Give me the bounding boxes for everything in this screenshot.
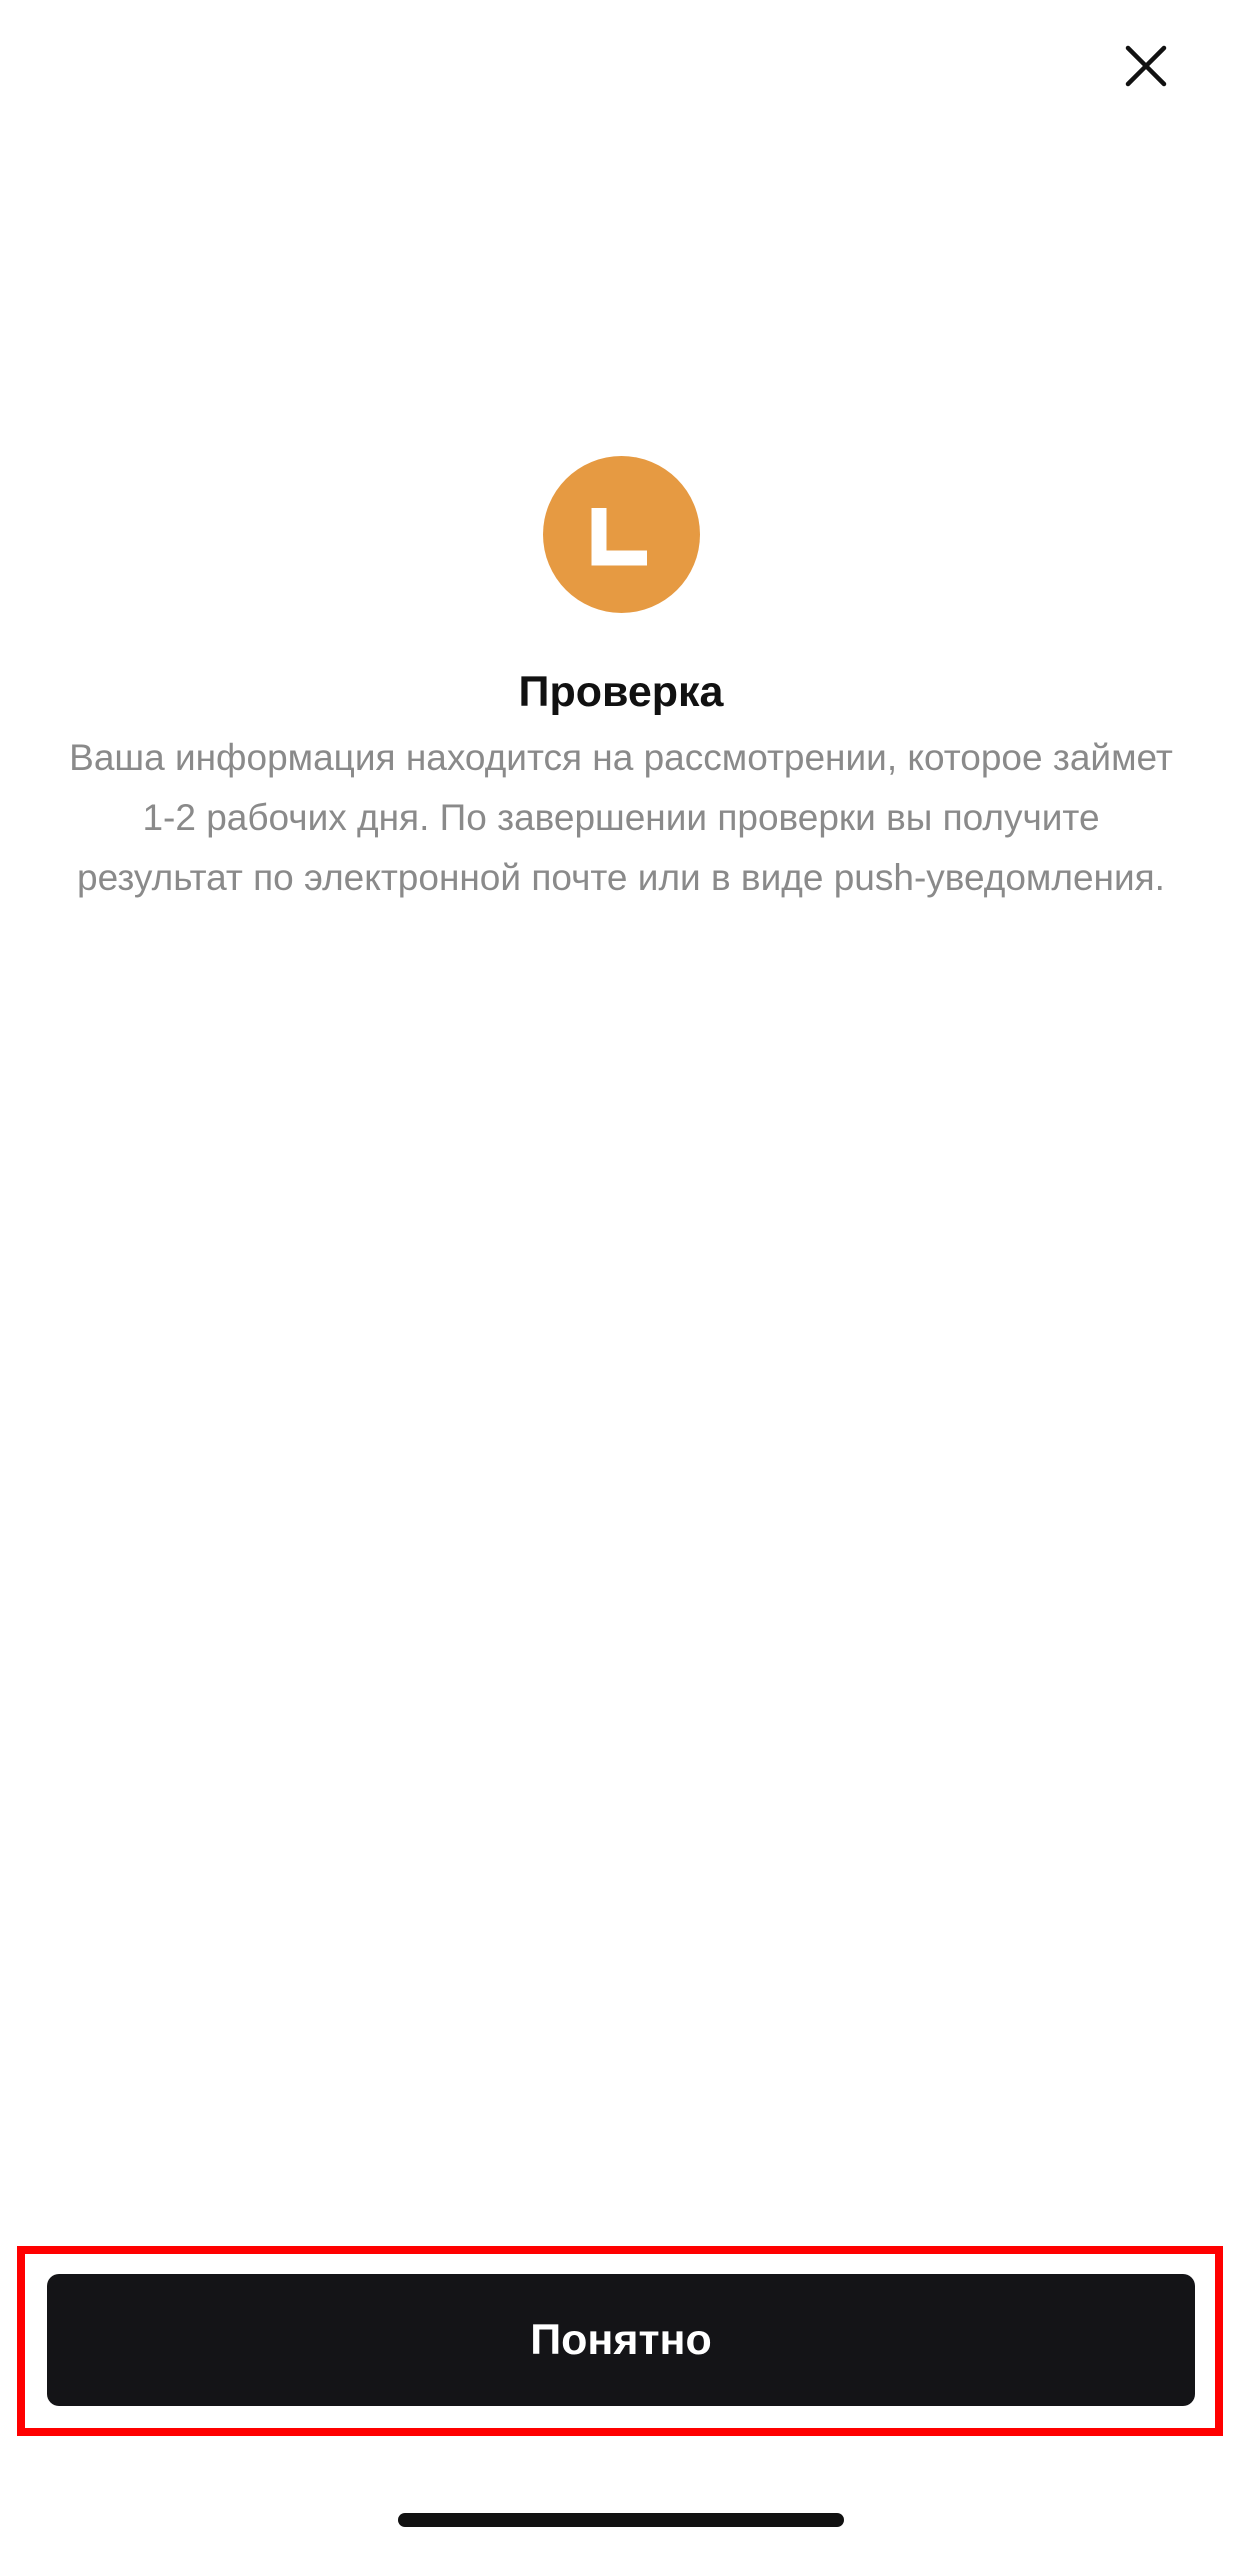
close-icon xyxy=(1125,45,1167,87)
close-button[interactable] xyxy=(1116,36,1176,96)
status-description: Ваша информация находится на рассмотрени… xyxy=(69,737,1173,898)
pending-status-icon xyxy=(543,456,700,613)
home-indicator[interactable] xyxy=(398,2513,844,2527)
clock-hands-icon xyxy=(591,507,647,565)
status-title: Проверка xyxy=(518,668,724,716)
understood-button[interactable]: Понятно xyxy=(47,2274,1195,2406)
